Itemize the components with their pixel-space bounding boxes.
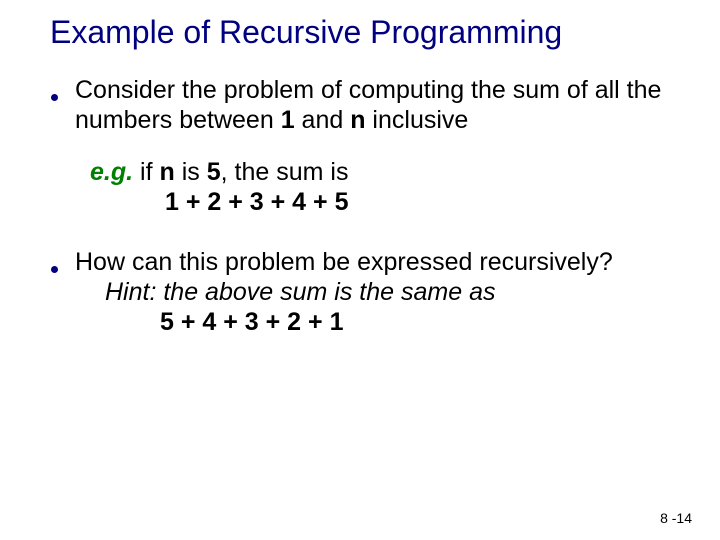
text: and bbox=[295, 106, 351, 134]
eg-label: e.g. bbox=[90, 158, 133, 186]
text: if bbox=[133, 158, 159, 186]
literal-one: 1 bbox=[281, 106, 295, 134]
question-text: How can this problem be expressed recurs… bbox=[75, 247, 690, 277]
math-expression: 5 + 4 + 3 + 2 + 1 bbox=[75, 307, 690, 337]
slide: Example of Recursive Programming Conside… bbox=[0, 0, 720, 337]
math-expression: 1 + 2 + 3 + 4 + 5 bbox=[90, 187, 690, 217]
bullet-text: How can this problem be expressed recurs… bbox=[75, 247, 690, 337]
hint-label: Hint: bbox=[105, 278, 156, 306]
bullet-item: How can this problem be expressed recurs… bbox=[45, 247, 690, 337]
slide-title: Example of Recursive Programming bbox=[30, 14, 690, 51]
example-line: e.g. if n is 5, the sum is bbox=[90, 157, 690, 187]
bullet-marker bbox=[45, 75, 75, 135]
hint-block: Hint: the above sum is the same as bbox=[75, 277, 690, 307]
text: inclusive bbox=[365, 106, 468, 134]
slide-body: Consider the problem of computing the su… bbox=[30, 75, 690, 337]
variable-n: n bbox=[350, 106, 365, 134]
text: is bbox=[175, 158, 207, 186]
variable-n: n bbox=[159, 158, 174, 186]
slide-number: 8 -14 bbox=[660, 510, 692, 526]
bullet-marker bbox=[45, 247, 75, 337]
hint-text: the above sum is the same as bbox=[156, 278, 495, 306]
text: , the sum is bbox=[221, 158, 349, 186]
bullet-text: Consider the problem of computing the su… bbox=[75, 75, 690, 135]
bullet-item: Consider the problem of computing the su… bbox=[45, 75, 690, 135]
example-block: e.g. if n is 5, the sum is 1 + 2 + 3 + 4… bbox=[45, 157, 690, 217]
literal-five: 5 bbox=[207, 158, 221, 186]
